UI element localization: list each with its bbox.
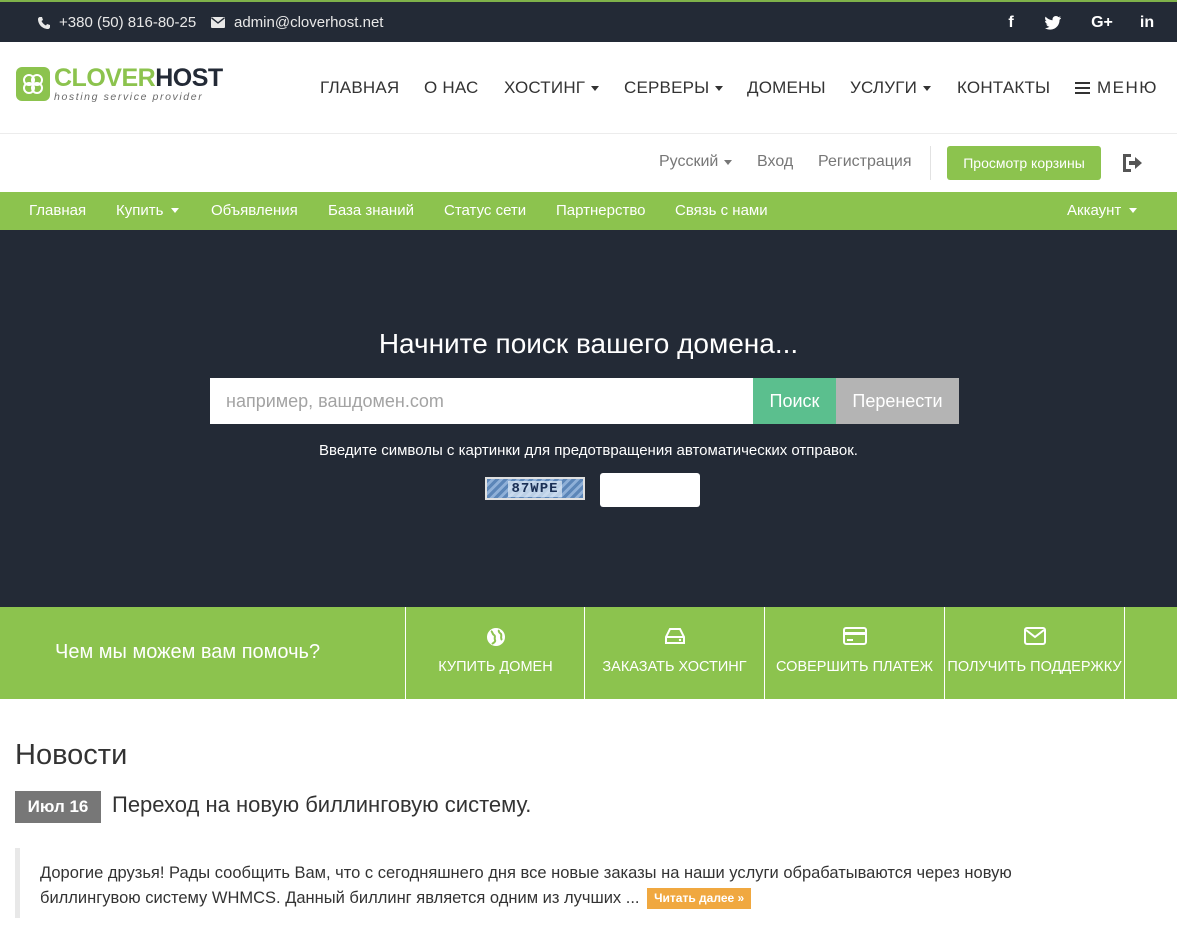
- client-nav-bar: Главная Купить Объявления База знаний Ст…: [0, 192, 1177, 230]
- news-excerpt: Дорогие друзья! Рады сообщить Вам, что с…: [15, 848, 1055, 918]
- email-contact: admin@cloverhost.net: [211, 14, 383, 31]
- logo-text: CLOVERHOST hosting service provider: [54, 63, 223, 103]
- facebook-icon[interactable]: f: [1000, 12, 1022, 34]
- buy-domain-label: КУПИТЬ ДОМЕН: [438, 659, 553, 675]
- mainnav-domains[interactable]: ДОМЕНЫ: [747, 78, 826, 98]
- mainnav-contacts[interactable]: КОНТАКТЫ: [957, 78, 1050, 98]
- help-divider: [1124, 607, 1125, 699]
- clientnav-buy-label: Купить: [116, 202, 164, 219]
- mainnav-services[interactable]: УСЛУГИ: [850, 78, 932, 98]
- register-link[interactable]: Регистрация: [818, 153, 912, 171]
- login-link[interactable]: Вход: [757, 153, 793, 171]
- news-headline-link[interactable]: Переход на новую биллинговую систему.: [112, 792, 531, 818]
- hero-title: Начните поиск вашего домена...: [378, 328, 799, 359]
- logo-title-host: HOST: [155, 63, 223, 92]
- news-section-title: Новости: [15, 739, 128, 771]
- phone-contact: +380 (50) 816-80-25: [38, 14, 196, 31]
- credit-card-icon: [842, 627, 867, 645]
- get-support-link[interactable]: ПОЛУЧИТЬ ПОДДЕРЖКУ: [944, 607, 1124, 699]
- mainnav-hosting[interactable]: ХОСТИНГ: [504, 78, 600, 98]
- help-band: Чем мы можем вам помочь? КУПИТЬ ДОМЕН ЗА…: [0, 607, 1177, 699]
- caret-down-icon: [923, 85, 932, 91]
- linkedin-icon[interactable]: in: [1136, 12, 1158, 34]
- news-body: Дорогие друзья! Рады сообщить Вам, что с…: [40, 861, 1050, 911]
- mainnav-about[interactable]: О НАС: [424, 78, 478, 98]
- captcha-input[interactable]: [600, 473, 700, 507]
- make-payment-link[interactable]: СОВЕРШИТЬ ПЛАТЕЖ: [764, 607, 944, 699]
- clientnav-knowledgebase[interactable]: База знаний: [328, 202, 414, 219]
- clientnav-home[interactable]: Главная: [29, 202, 86, 219]
- view-cart-button[interactable]: Просмотр корзины: [947, 146, 1101, 180]
- hdd-icon: [664, 628, 685, 644]
- utility-divider: [930, 146, 931, 180]
- clientnav-announcements[interactable]: Объявления: [211, 202, 298, 219]
- caret-down-icon: [715, 85, 724, 91]
- logo-title-clover: CLOVER: [54, 63, 156, 92]
- captcha-image: 87WPE: [485, 477, 585, 500]
- mainnav-menu[interactable]: МЕНЮ: [1075, 78, 1158, 98]
- clientnav-affiliates[interactable]: Партнерство: [556, 202, 646, 219]
- mainnav-servers[interactable]: СЕРВЕРЫ: [624, 78, 724, 98]
- phone-icon: [38, 16, 50, 29]
- hamburger-icon: [1075, 82, 1090, 94]
- order-hosting-link[interactable]: ЗАКАЗАТЬ ХОСТИНГ: [584, 607, 764, 699]
- news-body-text: Дорогие друзья! Рады сообщить Вам, что с…: [40, 864, 1012, 907]
- captcha-code: 87WPE: [508, 480, 562, 497]
- mainnav-menu-label: МЕНЮ: [1097, 78, 1158, 97]
- transfer-button[interactable]: Перенести: [836, 378, 959, 424]
- caret-down-icon: [591, 85, 600, 91]
- clientnav-network-status[interactable]: Статус сети: [444, 202, 526, 219]
- language-label: Русский: [659, 153, 719, 170]
- logo-subtitle: hosting service provider: [54, 90, 204, 103]
- read-more-button[interactable]: Читать далее »: [647, 888, 752, 910]
- mainnav-servers-label: СЕРВЕРЫ: [624, 78, 710, 97]
- language-selector[interactable]: Русский: [659, 153, 733, 171]
- mainnav-hosting-label: ХОСТИНГ: [504, 78, 586, 97]
- caret-down-icon: [724, 159, 733, 165]
- clientnav-account-label: Аккаунт: [1067, 202, 1122, 219]
- clientnav-contact[interactable]: Связь с нами: [675, 202, 768, 219]
- google-plus-icon[interactable]: G+: [1089, 12, 1115, 34]
- email-address[interactable]: admin@cloverhost.net: [234, 14, 383, 31]
- phone-number[interactable]: +380 (50) 816-80-25: [59, 14, 196, 31]
- news-date-badge: Июл 16: [15, 791, 101, 823]
- caret-down-icon: [1129, 208, 1138, 213]
- clientnav-account[interactable]: Аккаунт: [1067, 202, 1138, 219]
- logo[interactable]: CLOVERHOST hosting service provider: [16, 63, 223, 103]
- order-hosting-label: ЗАКАЗАТЬ ХОСТИНГ: [602, 659, 747, 675]
- help-title: Чем мы можем вам помочь?: [55, 641, 321, 663]
- site-header: CLOVERHOST hosting service provider ГЛАВ…: [0, 42, 1177, 134]
- logout-icon[interactable]: [1120, 151, 1144, 175]
- captcha-prompt: Введите символы с картинки для предотвра…: [319, 442, 858, 459]
- twitter-icon[interactable]: [1042, 12, 1064, 34]
- search-button[interactable]: Поиск: [753, 378, 836, 424]
- domain-search-hero: Начните поиск вашего домена... Поиск Пер…: [0, 230, 1177, 607]
- envelope-small-icon: [211, 17, 225, 28]
- caret-down-icon: [171, 208, 180, 213]
- globe-icon: [486, 628, 505, 646]
- mainnav-home[interactable]: ГЛАВНАЯ: [320, 78, 399, 98]
- envelope-icon: [1023, 627, 1046, 645]
- domain-search-input[interactable]: [210, 378, 753, 424]
- top-contact-bar: +380 (50) 816-80-25 admin@cloverhost.net…: [0, 0, 1177, 42]
- clover-logo-icon: [16, 67, 50, 101]
- buy-domain-link[interactable]: КУПИТЬ ДОМЕН: [405, 607, 585, 699]
- mainnav-services-label: УСЛУГИ: [850, 78, 918, 97]
- clientnav-buy[interactable]: Купить: [116, 202, 180, 219]
- make-payment-label: СОВЕРШИТЬ ПЛАТЕЖ: [776, 659, 933, 675]
- get-support-label: ПОЛУЧИТЬ ПОДДЕРЖКУ: [947, 659, 1122, 675]
